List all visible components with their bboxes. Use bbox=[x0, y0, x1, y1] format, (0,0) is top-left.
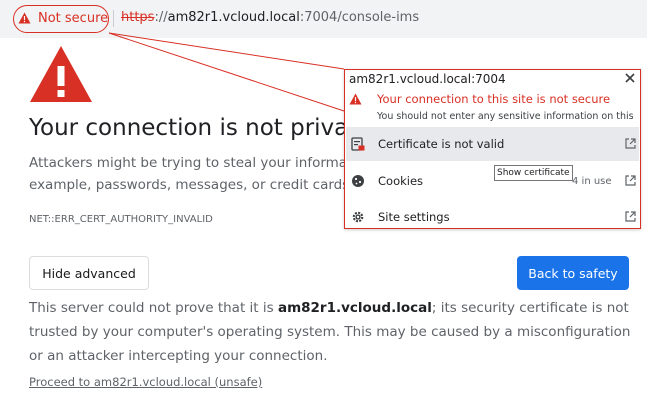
url-host: am82r1.vcloud.local bbox=[167, 10, 300, 25]
url-path: :7004/console-ims bbox=[299, 10, 420, 25]
cookies-label: Cookies bbox=[378, 174, 424, 188]
warning-description-line1: Attackers might be trying to steal your … bbox=[29, 155, 357, 171]
gear-icon bbox=[352, 211, 364, 223]
certificate-icon bbox=[351, 137, 365, 151]
large-warning-icon bbox=[30, 46, 92, 102]
external-link-icon bbox=[625, 211, 636, 222]
certificate-label: Certificate is not valid bbox=[378, 137, 505, 151]
show-certificate-tooltip: Show certificate bbox=[494, 165, 573, 181]
warning-description-line2: example, passwords, messages, or credit … bbox=[29, 177, 359, 193]
warning-icon bbox=[349, 93, 362, 105]
site-info-popup: am82r1.vcloud.local:7004 Your connection… bbox=[344, 69, 641, 229]
site-settings-row[interactable]: Site settings bbox=[346, 200, 639, 234]
popup-host: am82r1.vcloud.local:7004 bbox=[349, 72, 506, 86]
address-bar: Not secure https://am82r1.vcloud.local:7… bbox=[0, 0, 647, 38]
certificate-row[interactable]: Certificate is not valid bbox=[346, 127, 639, 161]
url-scheme: https bbox=[121, 10, 155, 25]
url-separator: :// bbox=[154, 10, 168, 25]
cookies-count: 4 in use bbox=[572, 176, 612, 187]
back-to-safety-button[interactable]: Back to safety bbox=[517, 256, 629, 290]
cookie-icon bbox=[352, 175, 364, 187]
address-separator bbox=[113, 10, 114, 27]
advanced-host: am82r1.vcloud.local bbox=[277, 300, 432, 316]
url-field[interactable]: https://am82r1.vcloud.local:7004/console… bbox=[121, 10, 419, 25]
proceed-unsafe-link[interactable]: Proceed to am82r1.vcloud.local (unsafe) bbox=[29, 375, 262, 389]
not-secure-label: Not secure bbox=[38, 11, 109, 26]
error-code: NET::ERR_CERT_AUTHORITY_INVALID bbox=[29, 214, 213, 225]
close-icon[interactable] bbox=[624, 72, 636, 84]
warning-description: Attackers might be trying to steal your … bbox=[29, 152, 359, 196]
warning-icon bbox=[18, 12, 31, 24]
hide-advanced-button[interactable]: Hide advanced bbox=[29, 256, 149, 290]
external-link-icon bbox=[625, 175, 636, 186]
external-link-icon bbox=[625, 138, 636, 149]
site-settings-label: Site settings bbox=[378, 210, 450, 224]
advanced-details: This server could not prove that it is a… bbox=[29, 296, 634, 368]
cookies-row[interactable]: Cookies 4 in use bbox=[346, 164, 639, 198]
page-title: Your connection is not private bbox=[29, 115, 372, 141]
not-secure-chip[interactable]: Not secure bbox=[13, 5, 109, 33]
connection-status-title: Your connection to this site is not secu… bbox=[377, 92, 611, 106]
connection-status-subtitle: You should not enter any sensitive infor… bbox=[377, 111, 634, 122]
advanced-text-before: This server could not prove that it is bbox=[29, 300, 278, 316]
